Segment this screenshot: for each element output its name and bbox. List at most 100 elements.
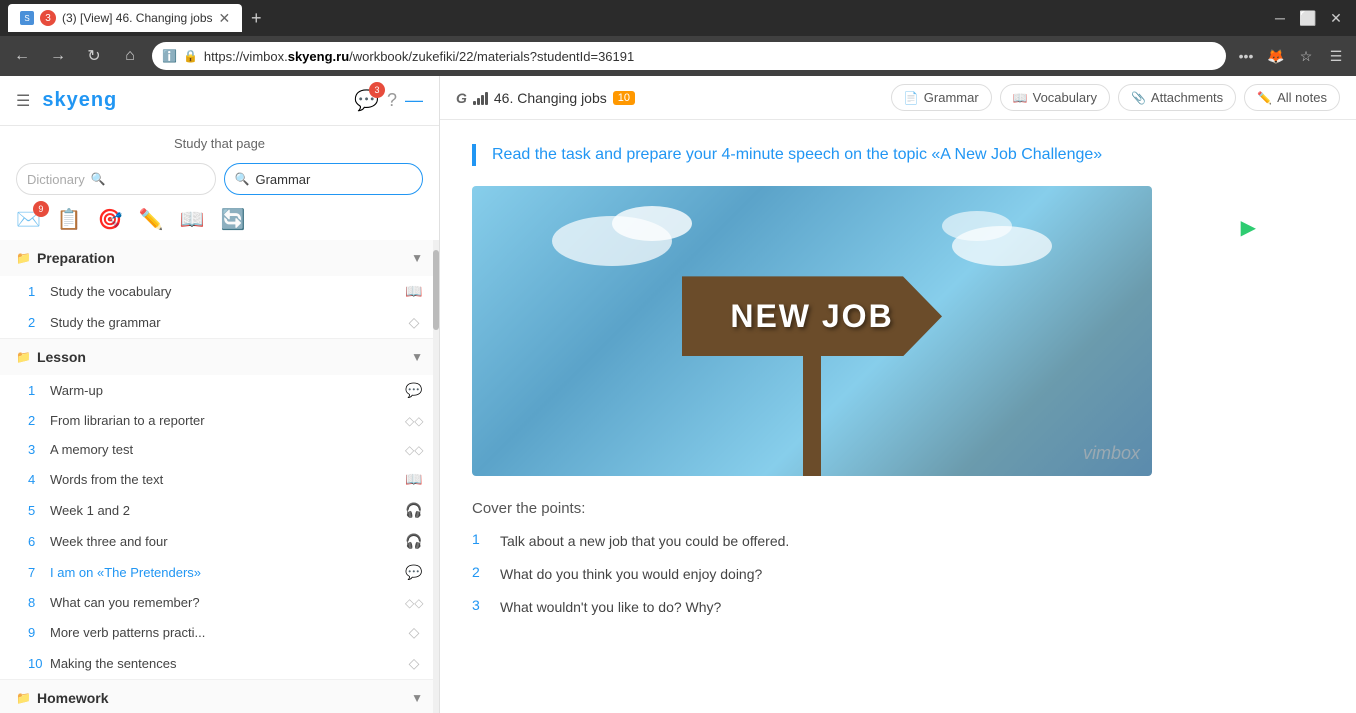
browser-tab[interactable]: S 3 (3) [View] 46. Changing jobs ✕ bbox=[8, 4, 242, 32]
pocket-icon[interactable]: 🦊 bbox=[1264, 44, 1288, 68]
tab-all-notes[interactable]: ✏️ All notes bbox=[1244, 84, 1340, 111]
forward-button[interactable]: → bbox=[44, 42, 72, 70]
new-tab-button[interactable]: + bbox=[242, 4, 270, 32]
all-notes-tab-icon: ✏️ bbox=[1257, 91, 1272, 105]
item-name: Week three and four bbox=[50, 534, 401, 549]
lesson-section: 📁 Lesson ▼ 1 Warm-up 💬 2 From librarian … bbox=[0, 339, 439, 680]
sign-arrow: NEW JOB bbox=[682, 276, 942, 356]
menu-icon[interactable]: ☰ bbox=[1324, 44, 1348, 68]
tab-notification-badge: 3 bbox=[40, 10, 56, 26]
item-number: 1 bbox=[28, 284, 46, 299]
chat-icon-wrap[interactable]: 💬 3 bbox=[354, 88, 379, 113]
home-button[interactable]: ⌂ bbox=[116, 42, 144, 70]
address-bar[interactable]: ℹ️ 🔒 https://vimbox.skyeng.ru/workbook/z… bbox=[152, 42, 1226, 70]
toolbar-icons-row: ✉️ 9 📋 🎯 ✏️ 📖 🔄 bbox=[0, 203, 439, 240]
item-icon: ◇ bbox=[405, 655, 423, 672]
point-text: What wouldn't you like to do? Why? bbox=[500, 597, 721, 618]
lesson-title: 46. Changing jobs bbox=[494, 90, 607, 106]
app-container: ☰ skyeng 💬 3 ? — Study that page Diction… bbox=[0, 76, 1356, 713]
list-item[interactable]: 8 What can you remember? ◇◇ bbox=[0, 588, 439, 617]
list-item[interactable]: 2 From librarian to a reporter ◇◇ bbox=[0, 406, 439, 435]
scrollbar-track[interactable] bbox=[433, 240, 439, 713]
preparation-title: Preparation bbox=[37, 250, 411, 266]
target-tool[interactable]: 🎯 bbox=[98, 207, 123, 232]
more-options-icon[interactable]: ••• bbox=[1234, 44, 1258, 68]
hamburger-icon[interactable]: ☰ bbox=[16, 91, 30, 111]
item-icon: 💬 bbox=[405, 382, 423, 399]
preparation-header[interactable]: 📁 Preparation ▼ bbox=[0, 240, 439, 276]
bookmark-icon[interactable]: ☆ bbox=[1294, 44, 1318, 68]
item-number: 6 bbox=[28, 534, 46, 549]
item-number: 4 bbox=[28, 472, 46, 487]
grammar-search-icon: 🔍 bbox=[235, 172, 250, 186]
refresh-tool[interactable]: 🔄 bbox=[221, 207, 246, 232]
preparation-chevron[interactable]: ▼ bbox=[411, 251, 423, 265]
list-item[interactable]: 4 Words from the text 📖 bbox=[0, 464, 439, 495]
item-number: 5 bbox=[28, 503, 46, 518]
sign-text: NEW JOB bbox=[730, 298, 893, 335]
item-number: 10 bbox=[28, 656, 46, 671]
item-number: 9 bbox=[28, 625, 46, 640]
study-label: Study that page bbox=[0, 126, 439, 159]
item-name: Study the grammar bbox=[50, 315, 401, 330]
minimize-button[interactable]: ─ bbox=[1268, 6, 1292, 30]
item-icon: ◇◇ bbox=[405, 596, 423, 610]
pen-tool[interactable]: ✏️ bbox=[139, 207, 164, 232]
hero-image: NEW JOB vimbox bbox=[472, 186, 1152, 476]
item-name: Warm-up bbox=[50, 383, 401, 398]
item-icon: 📖 bbox=[405, 471, 423, 488]
grammar-tab-label: Grammar bbox=[924, 90, 979, 105]
maximize-button[interactable]: ⬜ bbox=[1296, 6, 1320, 30]
security-icon: ℹ️ bbox=[162, 49, 177, 63]
grammar-search[interactable]: 🔍 Grammar bbox=[224, 163, 424, 195]
scrollbar-thumb bbox=[433, 250, 439, 330]
back-button[interactable]: ← bbox=[8, 42, 36, 70]
homework-chevron[interactable]: ▼ bbox=[411, 691, 423, 705]
list-item[interactable]: 1 Warm-up 💬 bbox=[0, 375, 439, 406]
pen-icon: ✏️ bbox=[139, 209, 164, 231]
list-item[interactable]: 5 Week 1 and 2 🎧 bbox=[0, 495, 439, 526]
item-icon: 🎧 bbox=[405, 533, 423, 550]
cards-tool[interactable]: 📋 bbox=[57, 207, 82, 232]
lesson-chevron[interactable]: ▼ bbox=[411, 350, 423, 364]
item-number: 2 bbox=[28, 413, 46, 428]
sign-pole bbox=[803, 356, 821, 476]
vocabulary-tab-icon: 📖 bbox=[1013, 91, 1028, 105]
item-number: 8 bbox=[28, 595, 46, 610]
item-icon: ◇◇ bbox=[405, 414, 423, 428]
item-name: What can you remember? bbox=[50, 595, 401, 610]
reload-button[interactable]: ↻ bbox=[80, 42, 108, 70]
homework-header[interactable]: 📁 Homework ▼ bbox=[0, 680, 439, 713]
item-name: Week 1 and 2 bbox=[50, 503, 401, 518]
dictionary-search[interactable]: Dictionary 🔍 bbox=[16, 163, 216, 195]
lock-icon: 🔒 bbox=[183, 49, 198, 63]
lesson-header[interactable]: 📁 Lesson ▼ bbox=[0, 339, 439, 375]
point-number: 1 bbox=[472, 531, 488, 547]
folder-icon: 📁 bbox=[16, 691, 31, 705]
item-icon: ◇ bbox=[405, 314, 423, 331]
list-item[interactable]: 3 A memory test ◇◇ bbox=[0, 435, 439, 464]
point-text: What do you think you would enjoy doing? bbox=[500, 564, 762, 585]
list-item[interactable]: 6 Week three and four 🎧 bbox=[0, 526, 439, 557]
signal-bars bbox=[473, 91, 488, 105]
tab-grammar[interactable]: 📄 Grammar bbox=[891, 84, 992, 111]
intro-text: Read the task and prepare your 4-minute … bbox=[472, 144, 1324, 166]
list-item[interactable]: 10 Making the sentences ◇ bbox=[0, 648, 439, 679]
lesson-title: Lesson bbox=[37, 349, 411, 365]
messages-tool[interactable]: ✉️ 9 bbox=[16, 207, 41, 232]
list-item[interactable]: 9 More verb patterns practi... ◇ bbox=[0, 617, 439, 648]
list-item[interactable]: 1 Study the vocabulary 📖 bbox=[0, 276, 439, 307]
folder-icon: 📁 bbox=[16, 350, 31, 364]
sidebar-header: ☰ skyeng 💬 3 ? — bbox=[0, 76, 439, 126]
help-icon[interactable]: ? bbox=[387, 90, 397, 111]
list-item[interactable]: 7 I am on «The Pretenders» 💬 bbox=[0, 557, 439, 588]
minimize-icon[interactable]: — bbox=[405, 90, 423, 111]
book-tool[interactable]: 📖 bbox=[180, 207, 205, 232]
homework-title: Homework bbox=[37, 690, 411, 706]
tab-close-button[interactable]: ✕ bbox=[219, 10, 231, 27]
tab-attachments[interactable]: 📎 Attachments bbox=[1118, 84, 1236, 111]
list-item[interactable]: 2 Study the grammar ◇ bbox=[0, 307, 439, 338]
dictionary-label: Dictionary bbox=[27, 172, 85, 187]
close-button[interactable]: ✕ bbox=[1324, 6, 1348, 30]
tab-vocabulary[interactable]: 📖 Vocabulary bbox=[1000, 84, 1110, 111]
